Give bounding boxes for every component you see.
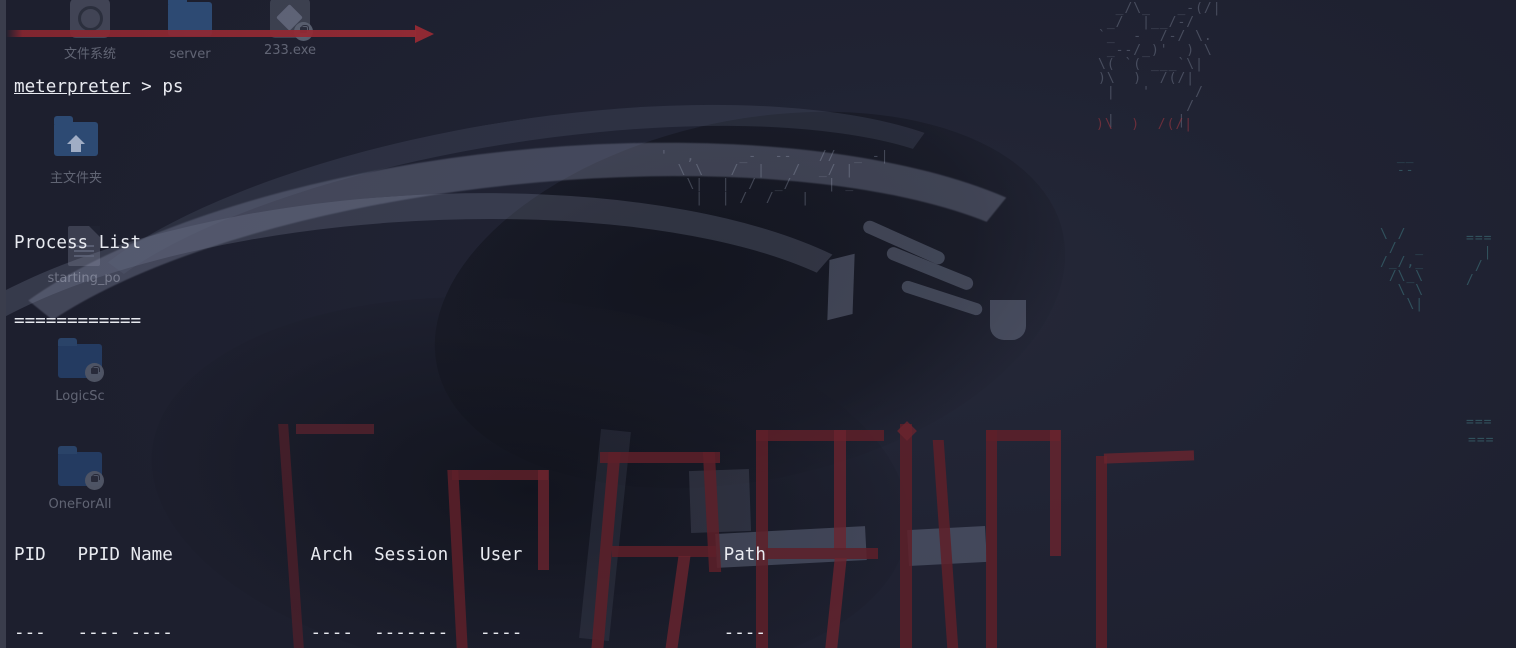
header-user: User	[480, 545, 523, 565]
desktop-screen: _/\_ _-(/| _/ |__/-/ `_ - /-/ \. _--/_)'…	[0, 0, 1516, 648]
rule-pid: ---	[14, 623, 46, 643]
meterpreter-terminal[interactable]: meterpreter > ps Process List ==========…	[0, 0, 1516, 648]
prompt-user: meterpreter	[14, 77, 131, 97]
header-session: Session	[374, 545, 449, 565]
section-rule: ============	[14, 311, 142, 331]
rule-user: ----	[480, 623, 523, 643]
process-table: PID PPID Name Arch Session User Path --- ----…	[14, 490, 1137, 648]
rule-path: ----	[723, 623, 766, 643]
rule-arch: ----	[310, 623, 353, 643]
terminal-output: meterpreter > ps Process List ==========…	[14, 22, 1137, 648]
table-header-rule-row: --- ---- ---- ---- ------- ---- ----	[14, 620, 1137, 646]
rule-ppid: ----	[77, 623, 120, 643]
table-header-row: PID PPID Name Arch Session User Path	[14, 542, 1137, 568]
header-arch: Arch	[310, 545, 353, 565]
section-title: Process List	[14, 233, 142, 253]
left-edge-bar	[0, 0, 6, 648]
prompt-line[interactable]: meterpreter > ps	[14, 74, 1137, 100]
prompt-separator: >	[130, 77, 163, 97]
command-text: ps	[162, 77, 184, 97]
rule-name: ----	[130, 623, 173, 643]
rule-session: -------	[374, 623, 449, 643]
header-path: Path	[723, 545, 766, 565]
header-ppid: PPID	[77, 545, 120, 565]
header-name: Name	[130, 545, 173, 565]
header-pid: PID	[14, 545, 46, 565]
